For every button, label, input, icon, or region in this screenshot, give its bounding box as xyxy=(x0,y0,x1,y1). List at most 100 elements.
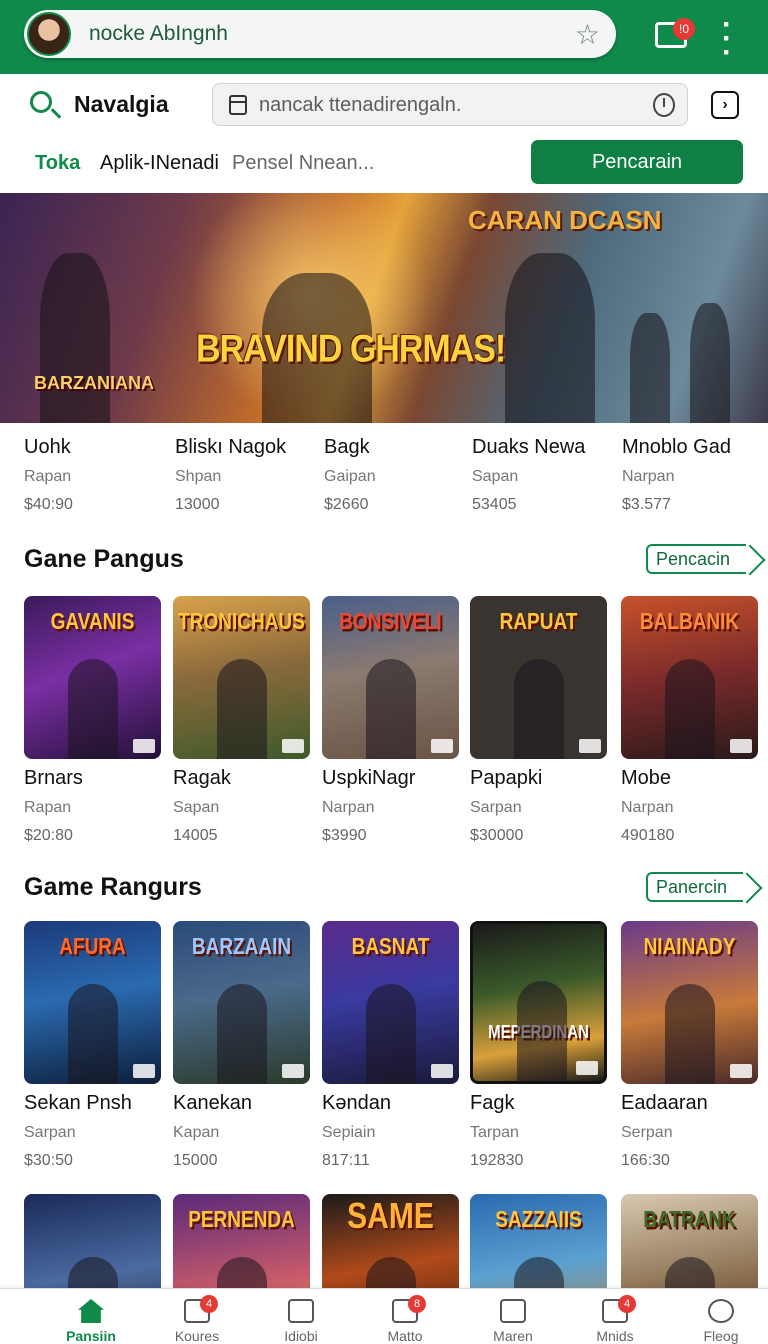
game-card[interactable]: BASNAT Kəndan Sepiain 817:11 xyxy=(322,921,459,1170)
game-character xyxy=(366,984,416,1084)
featured-price: 13000 xyxy=(175,496,220,513)
category-tab[interactable]: Pensel Nnean... xyxy=(232,152,374,175)
category-tab[interactable]: Aplik-INenadi xyxy=(100,152,219,175)
rating-tag xyxy=(576,1061,598,1075)
game-name: UspkiNagr xyxy=(322,767,416,789)
game-logo: BALBANIK xyxy=(639,609,740,635)
nav-item-maren[interactable]: Maren xyxy=(468,1289,558,1344)
game-logo: SAME xyxy=(347,1196,434,1237)
game-price: $30:50 xyxy=(24,1152,73,1169)
game-logo: NIAINADY xyxy=(643,934,736,960)
address-bar[interactable]: nocke AbIngnh ☆ xyxy=(24,10,616,58)
featured-price: $2660 xyxy=(324,496,369,513)
game-card[interactable]: GAVANIS Brnars Rapan $20:80 xyxy=(24,596,161,845)
share-icon[interactable]: › xyxy=(711,91,739,119)
nav-item-idiobi[interactable]: Idiobi xyxy=(256,1289,346,1344)
section-more-button[interactable]: Pencacin xyxy=(646,544,747,574)
game-character xyxy=(517,981,567,1081)
search-box[interactable] xyxy=(212,83,688,126)
game-logo: GAVANIS xyxy=(50,609,135,635)
microphone-icon[interactable] xyxy=(653,93,675,117)
hero-character xyxy=(505,253,595,423)
game-logo: BARZAAIN xyxy=(191,934,292,960)
game-card[interactable]: TRONICHAUS Ragak Sapan 14005 xyxy=(173,596,310,845)
nav-label: Pansiin xyxy=(66,1328,116,1344)
more-menu-icon[interactable]: · · · xyxy=(722,10,732,68)
featured-sub: Gaipan xyxy=(324,468,376,485)
game-logo: BASNAT xyxy=(351,934,430,960)
featured-name: Uohk xyxy=(24,436,71,458)
game-sub: Sarpan xyxy=(24,1124,76,1141)
hero-character xyxy=(630,313,670,423)
rating-tag xyxy=(730,739,752,753)
featured-item[interactable]: Bliskı Nagok Shpan 13000 xyxy=(175,436,286,514)
tabs-badge: !0 xyxy=(673,18,695,40)
featured-item[interactable]: Bagk Gaipan $2660 xyxy=(324,436,376,514)
hero-character xyxy=(40,253,110,423)
search-cta-button[interactable]: Pencarain xyxy=(531,140,743,184)
game-character xyxy=(514,659,564,759)
game-thumbnail: NIAINADY xyxy=(621,921,758,1084)
hero-banner[interactable]: CARAN DCASN BARZANIANA BRAVIND GHRMAS! xyxy=(0,193,768,423)
featured-name: Mnoblo Gad xyxy=(622,436,731,458)
calendar-icon[interactable] xyxy=(229,95,247,115)
nav-item-matto[interactable]: 8 Matto xyxy=(360,1289,450,1344)
game-name: Mobe xyxy=(621,767,672,789)
game-thumbnail: BALBANIK xyxy=(621,596,758,759)
game-logo: SAZZAIIS xyxy=(495,1207,582,1233)
game-card[interactable]: BALBANIK Mobe Narpan 490180 xyxy=(621,596,758,845)
game-card[interactable]: NIAINADY Eadaaran Serpan 166:30 xyxy=(621,921,758,1170)
nav-label: Fleog xyxy=(703,1328,739,1344)
game-sub: Tarpan xyxy=(470,1124,519,1141)
nav-item-profile[interactable]: Fleog xyxy=(676,1289,766,1344)
rating-tag xyxy=(133,739,155,753)
avatar[interactable] xyxy=(27,12,71,56)
featured-name: Bagk xyxy=(324,436,370,458)
nav-item-mnids[interactable]: 4 Mnids xyxy=(570,1289,660,1344)
game-thumbnail: RAPUAT xyxy=(470,596,607,759)
game-sub: Serpan xyxy=(621,1124,673,1141)
game-character xyxy=(217,659,267,759)
game-price: 166:30 xyxy=(621,1152,670,1169)
game-name: Fagk xyxy=(470,1092,515,1114)
game-sub: Narpan xyxy=(621,799,674,816)
game-name: Kanekan xyxy=(173,1092,252,1114)
game-character xyxy=(68,659,118,759)
search-icon[interactable] xyxy=(30,91,52,113)
game-sub: Sepiain xyxy=(322,1124,376,1141)
game-thumbnail: BONSIVELI xyxy=(322,596,459,759)
game-price: 14005 xyxy=(173,827,218,844)
game-card[interactable]: MEPERDINAN Fagk Tarpan 192830 xyxy=(470,921,607,1170)
game-card[interactable]: BARZAAIN Kanekan Kapan 15000 xyxy=(173,921,310,1170)
featured-item[interactable]: Mnoblo Gad Narpan $3.577 xyxy=(622,436,731,514)
game-name: Brnars xyxy=(24,767,83,789)
home-icon xyxy=(78,1299,104,1323)
hero-character xyxy=(690,303,730,423)
search-row: Navalgia › xyxy=(0,74,768,136)
hero-title: BRAVIND GHRMAS! xyxy=(196,327,506,371)
camera-icon xyxy=(500,1299,526,1323)
game-card[interactable]: BONSIVELI UspkiNagr Narpan $3990 xyxy=(322,596,459,845)
game-card[interactable]: AFURA Sekan Pnsh Sarpan $30:50 xyxy=(24,921,161,1170)
star-icon[interactable]: ☆ xyxy=(575,18,600,51)
featured-item[interactable]: Uohk Rapan $40:90 xyxy=(24,436,73,514)
address-text[interactable]: nocke AbIngnh xyxy=(89,22,575,46)
featured-item[interactable]: Duaks Newa Sapan 53405 xyxy=(472,436,585,514)
game-card[interactable]: RAPUAT Papapki Sarpan $30000 xyxy=(470,596,607,845)
rating-tag xyxy=(282,739,304,753)
nav-item-courses[interactable]: 4 Koures xyxy=(152,1289,242,1344)
game-thumbnail: TRONICHAUS xyxy=(173,596,310,759)
nav-label: Maren xyxy=(493,1328,533,1344)
game-sub: Sarpan xyxy=(470,799,522,816)
featured-price: 53405 xyxy=(472,496,517,513)
game-logo: RAPUAT xyxy=(499,609,578,635)
nav-item-home[interactable]: Pansiin xyxy=(46,1289,136,1344)
search-input[interactable] xyxy=(259,92,629,118)
section-more-button[interactable]: Panercin xyxy=(646,872,744,902)
game-thumbnail: GAVANIS xyxy=(24,596,161,759)
game-price: 817:11 xyxy=(322,1152,370,1169)
game-character xyxy=(366,659,416,759)
rating-tag xyxy=(431,739,453,753)
category-tab-active[interactable]: Toka xyxy=(35,152,80,175)
brand-title: Navalgia xyxy=(74,91,169,117)
